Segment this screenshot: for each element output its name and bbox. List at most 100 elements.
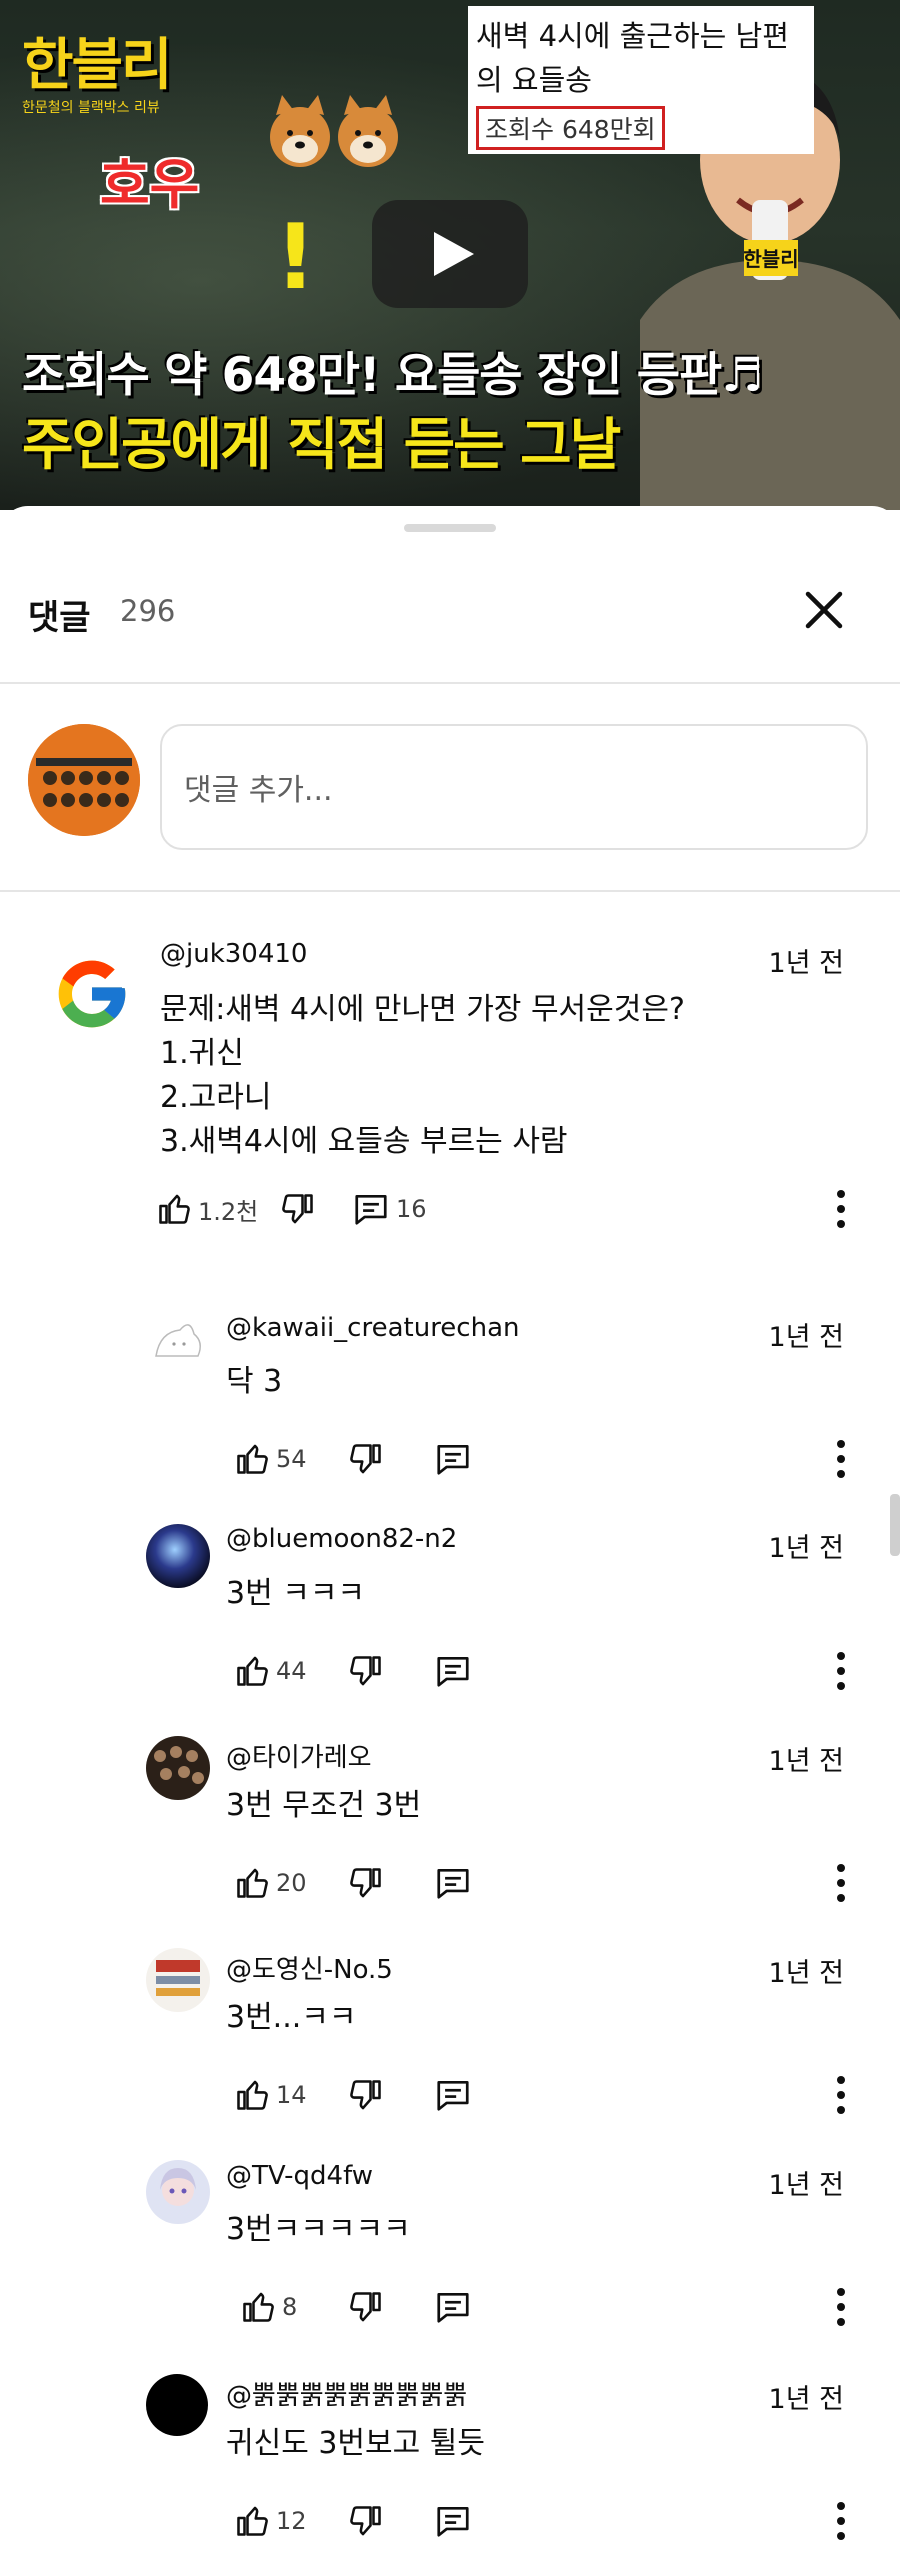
like-count: 20 — [276, 1869, 307, 1897]
reply-icon — [437, 1868, 469, 1899]
dislike-icon — [350, 2506, 381, 2536]
reply-icon — [437, 1444, 469, 1475]
dislike-button[interactable] — [348, 2282, 384, 2332]
comment-actions: 54 — [234, 1434, 856, 1484]
scrollbar[interactable] — [890, 1494, 900, 1556]
comment-time: 1년 전 — [768, 1958, 844, 1989]
comment-author[interactable]: @타이가레오 — [226, 1737, 372, 1774]
channel-logo: 한블리 한문철의 블랙박스 리뷰 — [22, 20, 173, 117]
comment-author[interactable]: @juk30410 — [160, 939, 307, 969]
like-count: 44 — [276, 1657, 307, 1685]
reply-button[interactable] — [434, 2282, 472, 2332]
dislike-button[interactable] — [348, 1858, 384, 1908]
like-button[interactable]: 8 — [240, 2282, 297, 2332]
reply-avatar[interactable] — [146, 1736, 210, 1800]
dislike-button[interactable] — [280, 1184, 316, 1234]
comment-author[interactable]: @뿕뿕뿕뿕뿕뿕뿕뿕뿕 — [226, 2375, 467, 2412]
dislike-icon — [282, 1194, 313, 1224]
google-g-icon[interactable] — [52, 954, 132, 1034]
video-headline-2: 주인공에게 직접 듣는 그날 — [22, 413, 621, 478]
reply-icon — [437, 2506, 469, 2537]
comment-actions: 14 — [234, 2070, 856, 2120]
divider — [0, 682, 900, 684]
more-vert-icon[interactable] — [826, 1434, 856, 1484]
comment-text: 문제:새벽 4시에 만나면 가장 무서운것은? 1.귀신 2.고라니 3.새벽4… — [160, 992, 685, 1159]
like-icon — [237, 2080, 268, 2110]
comment-author[interactable]: @kawaii_creaturechan — [226, 1313, 520, 1343]
caption-overlay: 새벽 4시에 출근하는 남편의 요들송 조회수 648만회 — [468, 6, 814, 154]
close-icon[interactable] — [798, 584, 850, 636]
comment-author[interactable]: @TV-qd4fw — [226, 2161, 373, 2191]
comment-text: 닥 3 — [226, 1364, 283, 1399]
comment-text: 3번 ㅋㅋㅋ — [226, 1576, 366, 1611]
comment-actions: 1.2천 16 — [156, 1184, 856, 1234]
like-icon — [237, 1656, 268, 1686]
comment-author[interactable]: @도영신-No.5 — [226, 1949, 393, 1986]
comment-time: 1년 전 — [768, 2170, 844, 2201]
mic-flag-logo: 한블리 — [743, 247, 798, 271]
more-vert-icon[interactable] — [826, 1184, 856, 1234]
like-button[interactable]: 1.2천 — [156, 1184, 258, 1234]
add-comment-input[interactable]: 댓글 추가... — [160, 724, 868, 850]
like-button[interactable]: 44 — [234, 1646, 307, 1696]
dog-faces-illustration — [270, 95, 398, 167]
like-button[interactable]: 20 — [234, 1858, 307, 1908]
more-vert-icon[interactable] — [826, 1858, 856, 1908]
reply-button[interactable] — [434, 1434, 472, 1484]
divider — [0, 890, 900, 892]
reply-avatar[interactable] — [146, 1524, 210, 1588]
exclaim-word: 호우 — [100, 153, 200, 216]
caption-views: 조회수 648만회 — [476, 106, 665, 150]
like-icon — [159, 1194, 190, 1224]
reply-button[interactable] — [434, 2496, 472, 2546]
like-icon — [237, 1868, 268, 1898]
more-vert-icon[interactable] — [826, 2282, 856, 2332]
reply-avatar[interactable] — [146, 1948, 210, 2012]
comment-time: 1년 전 — [768, 1322, 844, 1353]
like-button[interactable]: 54 — [234, 1434, 307, 1484]
like-count: 54 — [276, 1445, 307, 1473]
more-vert-icon[interactable] — [826, 1646, 856, 1696]
more-vert-icon[interactable] — [826, 2070, 856, 2120]
like-icon — [237, 2506, 268, 2536]
play-button[interactable] — [372, 200, 528, 308]
comment-actions: 8 — [240, 2282, 856, 2332]
channel-logo-subtitle: 한문철의 블랙박스 리뷰 — [22, 100, 160, 116]
reply-icon — [437, 2080, 469, 2111]
reply-count: 16 — [396, 1195, 427, 1223]
dislike-button[interactable] — [348, 1646, 384, 1696]
like-button[interactable]: 14 — [234, 2070, 307, 2120]
reply-button[interactable] — [434, 1858, 472, 1908]
comment-time: 1년 전 — [768, 948, 844, 979]
channel-logo-text: 한블리 — [22, 33, 173, 98]
comment-time: 1년 전 — [768, 1746, 844, 1777]
like-icon — [237, 1444, 268, 1474]
comment-author[interactable]: @bluemoon82-n2 — [226, 1524, 457, 1554]
reply-icon — [437, 1656, 469, 1687]
reply-icon — [355, 1194, 387, 1225]
dislike-button[interactable] — [348, 1434, 384, 1484]
video-player[interactable]: 한블리 한문철의 블랙박스 리뷰 호우 ! 한블리 새벽 4시에 출근하는 남편… — [0, 0, 900, 510]
my-avatar[interactable] — [28, 724, 140, 836]
my-avatar-image — [28, 724, 140, 836]
drag-handle[interactable] — [404, 524, 496, 532]
comment-time: 1년 전 — [768, 2384, 844, 2415]
dislike-button[interactable] — [348, 2070, 384, 2120]
comment-text: 귀신도 3번보고 튈듯 — [226, 2426, 485, 2461]
video-headline-1: 조회수 약 648만! 요들송 장인 등판♬ — [22, 348, 763, 403]
more-vert-icon[interactable] — [826, 2496, 856, 2546]
reply-avatar[interactable] — [146, 2374, 208, 2436]
reply-button[interactable] — [434, 2070, 472, 2120]
like-button[interactable]: 12 — [234, 2496, 307, 2546]
comment-actions: 12 — [234, 2496, 856, 2546]
comment-actions: 20 — [234, 1858, 856, 1908]
dislike-icon — [350, 2080, 381, 2110]
comment-text: 3번...ㅋㅋ — [226, 2000, 357, 2035]
reply-icon — [437, 2292, 469, 2323]
dislike-button[interactable] — [348, 2496, 384, 2546]
reply-button[interactable] — [434, 1646, 472, 1696]
reply-avatar[interactable] — [146, 1312, 210, 1376]
dislike-icon — [350, 2292, 381, 2322]
reply-button[interactable]: 16 — [352, 1184, 427, 1234]
reply-avatar[interactable] — [146, 2160, 210, 2224]
